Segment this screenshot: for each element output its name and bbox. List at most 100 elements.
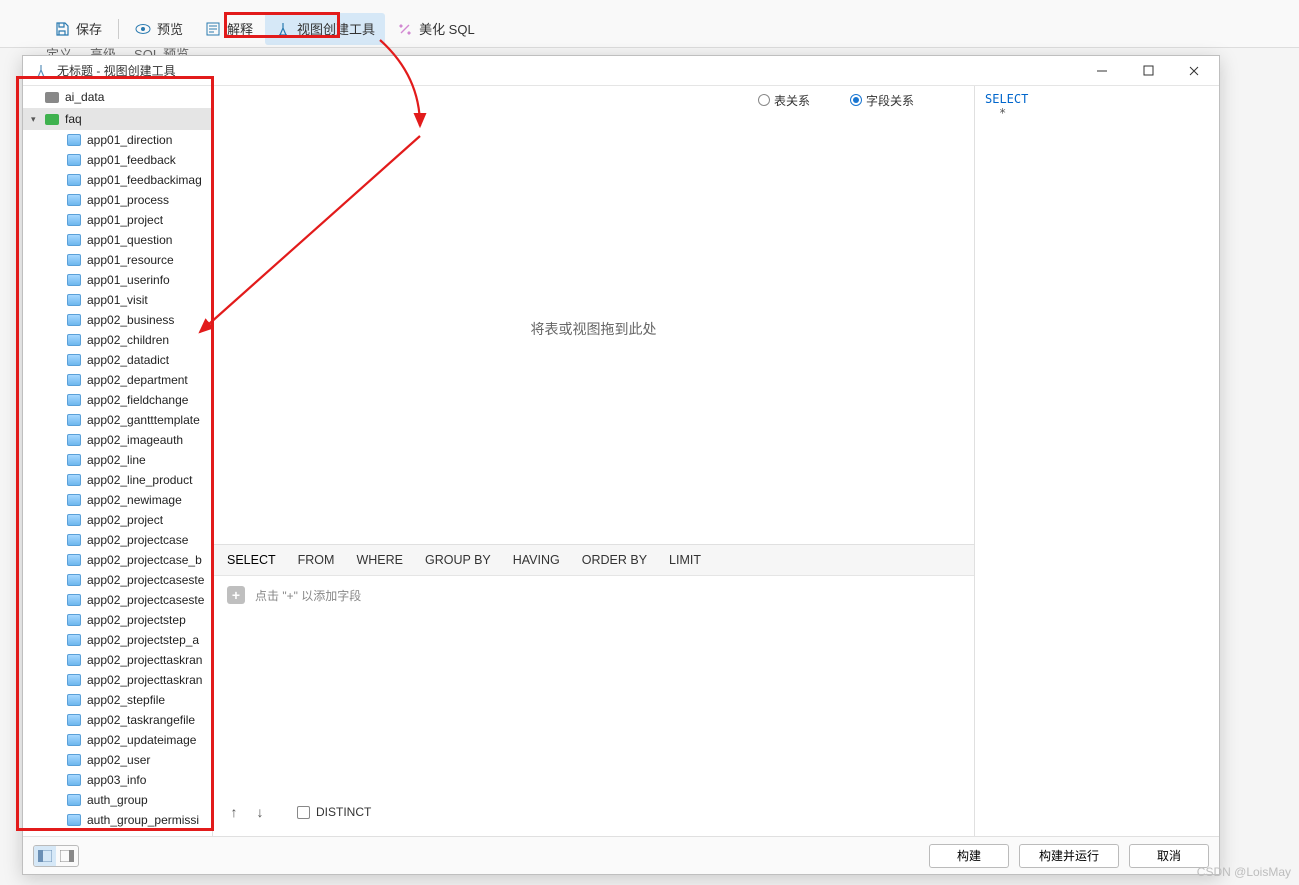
table-node[interactable]: app01_userinfo bbox=[23, 270, 212, 290]
move-down-button[interactable]: ↓ bbox=[253, 804, 267, 820]
table-node[interactable]: app01_direction bbox=[23, 130, 212, 150]
table-node[interactable]: app02_projectstep bbox=[23, 610, 212, 630]
table-icon bbox=[67, 354, 81, 366]
radio-label: 字段关系 bbox=[866, 92, 914, 109]
table-node[interactable]: app01_process bbox=[23, 190, 212, 210]
close-button[interactable] bbox=[1171, 56, 1217, 86]
table-label: app01_feedback bbox=[87, 153, 176, 167]
table-node[interactable]: app02_taskrangefile bbox=[23, 710, 212, 730]
table-icon bbox=[67, 774, 81, 786]
table-label: app02_projectstep_a bbox=[87, 633, 199, 647]
table-node[interactable]: app02_children bbox=[23, 330, 212, 350]
table-node[interactable]: auth_group_permissi bbox=[23, 810, 212, 830]
table-node[interactable]: app02_projecttaskran bbox=[23, 670, 212, 690]
table-node[interactable]: app02_project bbox=[23, 510, 212, 530]
table-node[interactable]: app02_line bbox=[23, 450, 212, 470]
view-builder-icon bbox=[275, 21, 291, 37]
table-icon bbox=[67, 154, 81, 166]
table-icon bbox=[67, 574, 81, 586]
build-run-button[interactable]: 构建并运行 bbox=[1019, 844, 1119, 868]
beautify-button[interactable]: 美化 SQL bbox=[387, 13, 485, 45]
clause-tab-limit[interactable]: LIMIT bbox=[667, 551, 703, 569]
view-builder-dialog: 无标题 - 视图创建工具 ai_data ▾ faq app01_directi… bbox=[22, 55, 1220, 875]
table-node[interactable]: app01_visit bbox=[23, 290, 212, 310]
table-label: app02_taskrangefile bbox=[87, 713, 195, 727]
view-builder-label: 视图创建工具 bbox=[297, 19, 375, 38]
table-icon bbox=[67, 374, 81, 386]
db-label: faq bbox=[65, 112, 82, 126]
table-node[interactable]: app02_newimage bbox=[23, 490, 212, 510]
table-label: app02_projecttaskran bbox=[87, 673, 202, 687]
table-label: app02_projectcase bbox=[87, 533, 188, 547]
table-node[interactable]: app02_projectcaseste bbox=[23, 570, 212, 590]
cancel-button[interactable]: 取消 bbox=[1129, 844, 1209, 868]
table-label: app02_imageauth bbox=[87, 433, 183, 447]
table-node[interactable]: app01_project bbox=[23, 210, 212, 230]
table-node[interactable]: app02_projectcase_b bbox=[23, 550, 212, 570]
table-node[interactable]: app02_imageauth bbox=[23, 430, 212, 450]
db-node-ai-data[interactable]: ai_data bbox=[23, 86, 212, 108]
table-node[interactable]: app02_updateimage bbox=[23, 730, 212, 750]
save-icon bbox=[54, 21, 70, 37]
table-node[interactable]: app01_feedback bbox=[23, 150, 212, 170]
clause-tab-group-by[interactable]: GROUP BY bbox=[423, 551, 493, 569]
table-node[interactable]: app02_stepfile bbox=[23, 690, 212, 710]
table-label: app02_projecttaskran bbox=[87, 653, 202, 667]
layout-left-icon[interactable] bbox=[34, 846, 56, 866]
table-icon bbox=[67, 414, 81, 426]
table-node[interactable]: app02_projectcase bbox=[23, 530, 212, 550]
drop-canvas[interactable]: 将表或视图拖到此处 bbox=[213, 114, 974, 545]
layout-right-icon[interactable] bbox=[56, 846, 78, 866]
clause-tab-order-by[interactable]: ORDER BY bbox=[580, 551, 649, 569]
explain-label: 解释 bbox=[227, 19, 253, 38]
radio-table-relation[interactable]: 表关系 bbox=[758, 92, 810, 109]
clause-tab-from[interactable]: FROM bbox=[296, 551, 337, 569]
table-node[interactable]: app02_projectstep_a bbox=[23, 630, 212, 650]
table-label: app02_line_product bbox=[87, 473, 192, 487]
table-label: app02_fieldchange bbox=[87, 393, 188, 407]
table-label: app01_direction bbox=[87, 133, 172, 147]
table-icon bbox=[67, 654, 81, 666]
table-node[interactable]: app03_info bbox=[23, 770, 212, 790]
table-node[interactable]: app02_line_product bbox=[23, 470, 212, 490]
table-node[interactable]: app02_datadict bbox=[23, 350, 212, 370]
db-node-faq[interactable]: ▾ faq bbox=[23, 108, 212, 130]
table-icon bbox=[67, 234, 81, 246]
table-node[interactable]: app02_projectcaseste bbox=[23, 590, 212, 610]
table-node[interactable]: app02_fieldchange bbox=[23, 390, 212, 410]
table-label: app01_userinfo bbox=[87, 273, 170, 287]
explain-button[interactable]: 解释 bbox=[195, 13, 263, 45]
add-field-button[interactable]: + bbox=[227, 586, 245, 604]
distinct-checkbox[interactable]: DISTINCT bbox=[297, 805, 371, 819]
view-builder-button[interactable]: 视图创建工具 bbox=[265, 13, 385, 45]
maximize-button[interactable] bbox=[1125, 56, 1171, 86]
table-node[interactable]: app01_feedbackimag bbox=[23, 170, 212, 190]
clause-tab-having[interactable]: HAVING bbox=[511, 551, 562, 569]
table-node[interactable]: app02_business bbox=[23, 310, 212, 330]
build-button[interactable]: 构建 bbox=[929, 844, 1009, 868]
table-label: app02_department bbox=[87, 373, 188, 387]
move-up-button[interactable]: ↑ bbox=[227, 804, 241, 820]
table-node[interactable]: app02_gantttemplate bbox=[23, 410, 212, 430]
panel-layout-toggle[interactable] bbox=[33, 845, 79, 867]
clause-tab-where[interactable]: WHERE bbox=[354, 551, 405, 569]
table-node[interactable]: auth_group bbox=[23, 790, 212, 810]
table-node[interactable]: app02_projecttaskran bbox=[23, 650, 212, 670]
table-label: app02_user bbox=[87, 753, 150, 767]
clause-tab-select[interactable]: SELECT bbox=[225, 551, 278, 569]
distinct-label: DISTINCT bbox=[316, 805, 371, 819]
table-icon bbox=[67, 674, 81, 686]
minimize-button[interactable] bbox=[1079, 56, 1125, 86]
table-icon bbox=[67, 254, 81, 266]
explain-icon bbox=[205, 21, 221, 37]
table-node[interactable]: app02_user bbox=[23, 750, 212, 770]
radio-field-relation[interactable]: 字段关系 bbox=[850, 92, 914, 109]
beautify-label: 美化 SQL bbox=[419, 19, 475, 38]
table-node[interactable]: app01_question bbox=[23, 230, 212, 250]
db-tree-sidebar[interactable]: ai_data ▾ faq app01_direction app01_feedb… bbox=[23, 86, 213, 836]
table-icon bbox=[67, 314, 81, 326]
table-node[interactable]: app01_resource bbox=[23, 250, 212, 270]
builder-center: 表关系 字段关系 将表或视图拖到此处 SELECT FROM WHERE GROUP … bbox=[213, 86, 974, 836]
parent-toolbar: 保存 预览 解释 视图创建工具 美化 SQL bbox=[0, 0, 1299, 48]
table-node[interactable]: app02_department bbox=[23, 370, 212, 390]
